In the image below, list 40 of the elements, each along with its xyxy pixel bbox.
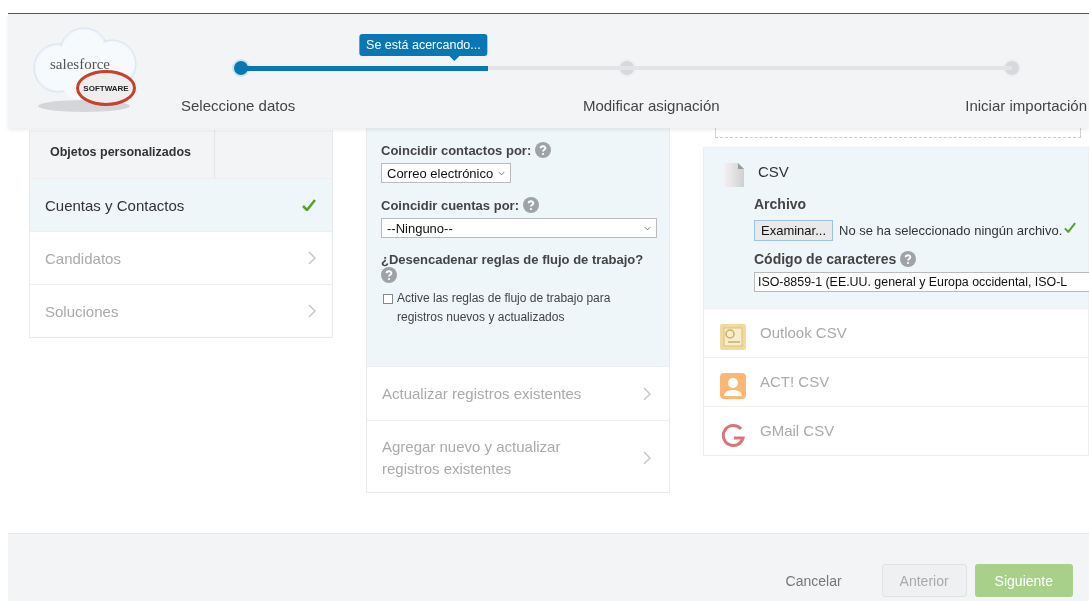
file-status: No se ha seleccionado ningún archivo.: [839, 223, 1063, 238]
object-item[interactable]: Soluciones: [30, 284, 332, 337]
help-icon[interactable]: [535, 142, 552, 158]
checkbox[interactable]: [383, 294, 393, 304]
help-icon[interactable]: [900, 251, 917, 267]
g-logo-icon: [720, 422, 746, 448]
step-label: Seleccione datos: [181, 97, 296, 114]
field-label: Código de caracteres: [754, 251, 897, 267]
checkbox-label: Active las reglas de flujo de trabajo para registros nuevos y actualizados: [397, 290, 612, 327]
chevron-icon: [643, 451, 651, 465]
browse-button[interactable]: Examinar...: [754, 220, 834, 241]
help-icon[interactable]: [522, 197, 539, 213]
encoding-select[interactable]: ISO-8859-1 (EE.UU. general y Europa occidental, ISO-L: [754, 272, 1089, 292]
chevron-icon: [643, 386, 651, 401]
source-option[interactable]: ACT! CSV: [760, 373, 830, 390]
caret-icon: [498, 170, 505, 176]
source-option[interactable]: Outlook CSV: [760, 324, 847, 341]
object-item[interactable]: Candidatos: [30, 231, 332, 284]
document-icon: [724, 163, 744, 187]
caret-icon: [644, 225, 651, 231]
select-field[interactable]: --Ninguno--: [381, 218, 657, 238]
source-option[interactable]: GMail CSV: [760, 422, 835, 439]
footer-button[interactable]: Cancelar: [767, 564, 860, 597]
action-item[interactable]: Actualizar registros existentes: [367, 366, 669, 420]
step-label: Iniciar importación: [965, 97, 1087, 114]
field-label: Archivo: [754, 196, 808, 212]
check-icon: [1064, 222, 1077, 233]
field-label: Coincidir cuentas por:: [381, 197, 519, 213]
step-label: Modificar asignación: [582, 97, 720, 114]
tooltip-pointer: [449, 56, 460, 61]
calendar-icon: [720, 324, 746, 350]
select-field[interactable]: Correo electrónico: [381, 163, 511, 183]
person-icon: [720, 373, 746, 399]
field-label: Coincidir contactos por:: [381, 142, 532, 158]
logo-wordmark: salesforce: [50, 56, 110, 73]
object-item[interactable]: Cuentas y Contactos: [30, 178, 332, 231]
source-option[interactable]: CSV: [758, 163, 789, 180]
action-item[interactable]: Agregar nuevo y actualizar registros existentes: [367, 420, 669, 495]
help-icon[interactable]: [381, 267, 397, 283]
field-label: ¿Desencadenar reglas de flujo de trabajo?: [381, 252, 645, 267]
